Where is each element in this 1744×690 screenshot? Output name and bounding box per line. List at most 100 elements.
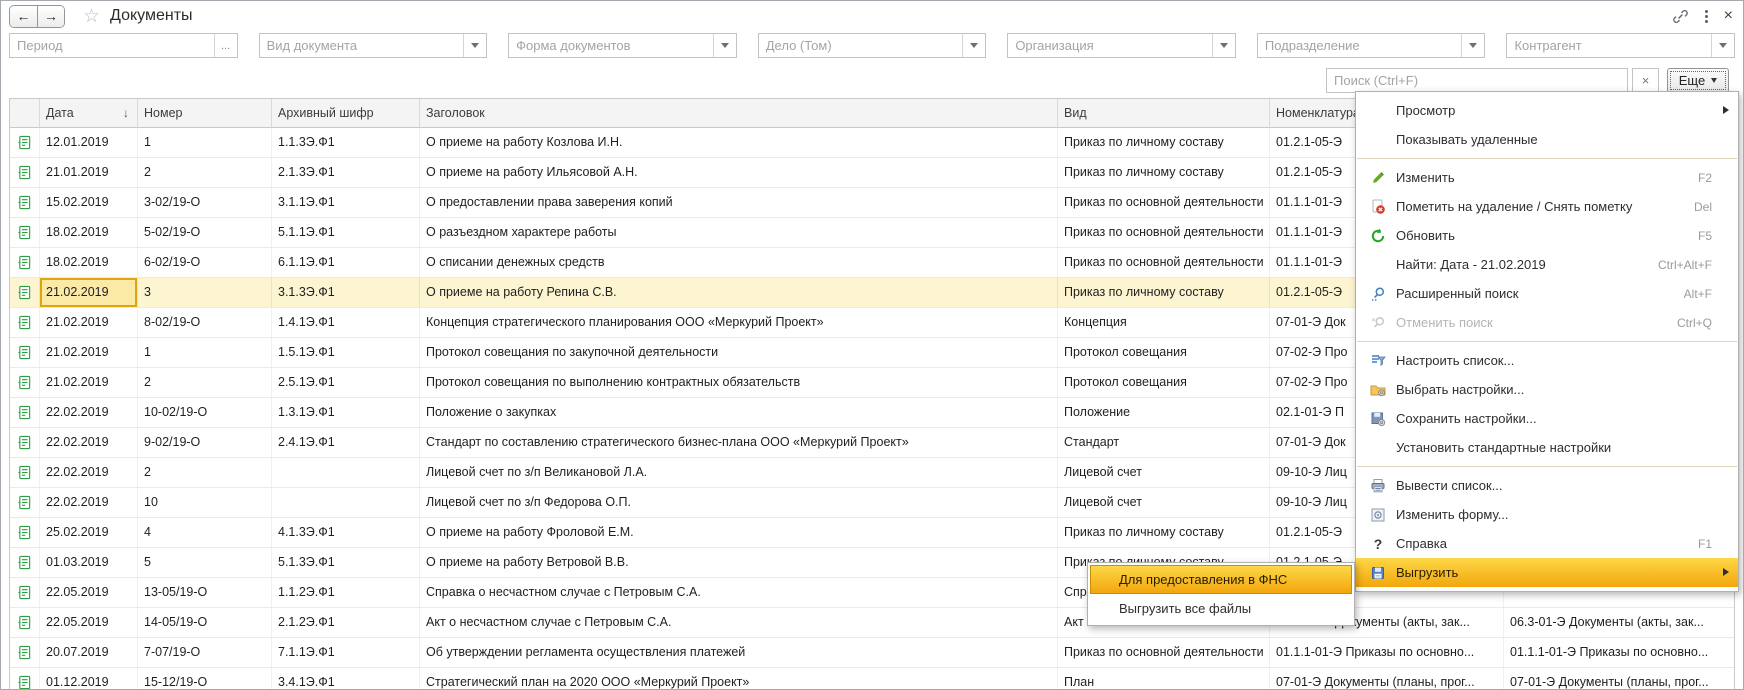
- cell-date[interactable]: 21.02.2019: [40, 368, 138, 397]
- close-icon[interactable]: ×: [1724, 8, 1733, 24]
- more-button[interactable]: Еще: [1667, 68, 1729, 93]
- cell-date[interactable]: 21.02.2019: [40, 278, 138, 307]
- cell-kind[interactable]: Приказ по личному составу: [1058, 278, 1270, 307]
- cell-date[interactable]: 22.05.2019: [40, 578, 138, 607]
- cell-title[interactable]: О приеме на работу Ильясовой А.Н.: [420, 158, 1058, 187]
- cell-kind[interactable]: Протокол совещания: [1058, 338, 1270, 367]
- cell-number[interactable]: 5-02/19-О: [138, 218, 272, 247]
- organization-dropdown-button[interactable]: [1212, 34, 1235, 57]
- cell-date[interactable]: 22.02.2019: [40, 458, 138, 487]
- column-header-icon[interactable]: [10, 99, 40, 128]
- cell-title[interactable]: Стратегический план на 2020 ООО «Меркури…: [420, 668, 1058, 690]
- cell-number[interactable]: 2: [138, 368, 272, 397]
- cell-kind[interactable]: Приказ по основной деятельности: [1058, 638, 1270, 667]
- cell-date[interactable]: 21.02.2019: [40, 308, 138, 337]
- cell-archive-code[interactable]: 4.1.3Э.Ф1: [272, 518, 420, 547]
- cell-kind[interactable]: Приказ по основной деятельности: [1058, 218, 1270, 247]
- menu-item-view[interactable]: Просмотр: [1356, 96, 1738, 125]
- cell-kind[interactable]: Лицевой счет: [1058, 488, 1270, 517]
- menu-item-configure-list[interactable]: Настроить список...: [1356, 346, 1738, 375]
- cell-title[interactable]: Лицевой счет по з/п Великановой Л.А.: [420, 458, 1058, 487]
- cell-date[interactable]: 25.02.2019: [40, 518, 138, 547]
- cell-archive-code[interactable]: 2.4.1Э.Ф1: [272, 428, 420, 457]
- forward-button[interactable]: →: [37, 6, 64, 27]
- menu-item-advanced-search[interactable]: Расширенный поиск Alt+F: [1356, 279, 1738, 308]
- cell-number[interactable]: 3: [138, 278, 272, 307]
- cell-title[interactable]: О списании денежных средств: [420, 248, 1058, 277]
- cell-date[interactable]: 12.01.2019: [40, 128, 138, 157]
- period-picker-button[interactable]: ...: [214, 34, 237, 57]
- cell-number[interactable]: 1: [138, 128, 272, 157]
- cell-number[interactable]: 8-02/19-О: [138, 308, 272, 337]
- doc-form-dropdown-button[interactable]: [713, 34, 736, 57]
- cell-extra[interactable]: 01.1.1-01-Э Приказы по основно...: [1504, 638, 1734, 667]
- cell-kind[interactable]: Приказ по личному составу: [1058, 128, 1270, 157]
- menu-item-print-list[interactable]: Вывести список...: [1356, 471, 1738, 500]
- menu-item-default-settings[interactable]: Установить стандартные настройки: [1356, 433, 1738, 462]
- period-input[interactable]: [10, 34, 214, 57]
- link-icon[interactable]: [1672, 8, 1689, 25]
- cell-title[interactable]: О приеме на работу Репина С.В.: [420, 278, 1058, 307]
- cell-title[interactable]: О приеме на работу Ветровой В.В.: [420, 548, 1058, 577]
- menu-item-choose-settings[interactable]: Выбрать настройки...: [1356, 375, 1738, 404]
- cell-extra[interactable]: 07-01-Э Документы (планы, прог...: [1504, 668, 1734, 690]
- cell-kind[interactable]: Приказ по личному составу: [1058, 158, 1270, 187]
- cell-title[interactable]: Акт о несчастном случае с Петровым С.А.: [420, 608, 1058, 637]
- cell-archive-code[interactable]: 3.4.1Э.Ф1: [272, 668, 420, 690]
- menu-item-save-settings[interactable]: Сохранить настройки...: [1356, 404, 1738, 433]
- cell-date[interactable]: 22.02.2019: [40, 428, 138, 457]
- cell-archive-code[interactable]: 2.5.1Э.Ф1: [272, 368, 420, 397]
- cell-kind[interactable]: Концепция: [1058, 308, 1270, 337]
- cell-number[interactable]: 2: [138, 158, 272, 187]
- menu-item-show-deleted[interactable]: Показывать удаленные: [1356, 125, 1738, 154]
- cell-number[interactable]: 9-02/19-О: [138, 428, 272, 457]
- menu-item-export[interactable]: Выгрузить: [1356, 558, 1738, 587]
- cell-date[interactable]: 22.05.2019: [40, 608, 138, 637]
- cell-archive-code[interactable]: 1.5.1Э.Ф1: [272, 338, 420, 367]
- column-header-title[interactable]: Заголовок: [420, 99, 1058, 128]
- cell-archive-code[interactable]: 7.1.1Э.Ф1: [272, 638, 420, 667]
- cell-number[interactable]: 2: [138, 458, 272, 487]
- cell-date[interactable]: 21.01.2019: [40, 158, 138, 187]
- menu-item-help[interactable]: ? Справка F1: [1356, 529, 1738, 558]
- cell-kind[interactable]: Положение: [1058, 398, 1270, 427]
- cell-archive-code[interactable]: 2.1.2Э.Ф1: [272, 608, 420, 637]
- cell-date[interactable]: 22.02.2019: [40, 488, 138, 517]
- cell-date[interactable]: 22.02.2019: [40, 398, 138, 427]
- cell-kind[interactable]: План: [1058, 668, 1270, 690]
- cell-kind[interactable]: Стандарт: [1058, 428, 1270, 457]
- cell-number[interactable]: 10-02/19-О: [138, 398, 272, 427]
- back-button[interactable]: ←: [10, 6, 37, 27]
- doc-form-input[interactable]: [509, 34, 713, 57]
- cell-title[interactable]: Концепция стратегического планирования О…: [420, 308, 1058, 337]
- cell-archive-code[interactable]: 1.1.3Э.Ф1: [272, 128, 420, 157]
- cell-title[interactable]: О приеме на работу Козлова И.Н.: [420, 128, 1058, 157]
- cell-date[interactable]: 20.07.2019: [40, 638, 138, 667]
- cell-nomenclature[interactable]: 07-01-Э Документы (планы, прог...: [1270, 668, 1504, 690]
- cell-archive-code[interactable]: 1.3.1Э.Ф1: [272, 398, 420, 427]
- cell-date[interactable]: 01.12.2019: [40, 668, 138, 690]
- cell-date[interactable]: 18.02.2019: [40, 218, 138, 247]
- cell-title[interactable]: О разъездном характере работы: [420, 218, 1058, 247]
- cell-number[interactable]: 14-05/19-О: [138, 608, 272, 637]
- cell-date[interactable]: 01.03.2019: [40, 548, 138, 577]
- cell-extra[interactable]: 06.3-01-Э Документы (акты, зак...: [1504, 608, 1734, 637]
- cell-title[interactable]: Лицевой счет по з/п Федорова О.П.: [420, 488, 1058, 517]
- cell-title[interactable]: Об утверждении регламента осуществления …: [420, 638, 1058, 667]
- column-header-date[interactable]: Дата↓: [40, 99, 138, 128]
- cell-title[interactable]: Справка о несчастном случае с Петровым С…: [420, 578, 1058, 607]
- cell-date[interactable]: 15.02.2019: [40, 188, 138, 217]
- more-options-kebab-icon[interactable]: [1703, 8, 1710, 25]
- counterparty-input[interactable]: [1507, 34, 1711, 57]
- cell-title[interactable]: О предоставлении права заверения копий: [420, 188, 1058, 217]
- cell-title[interactable]: Положение о закупках: [420, 398, 1058, 427]
- cell-archive-code[interactable]: 5.1.1Э.Ф1: [272, 218, 420, 247]
- cell-number[interactable]: 3-02/19-О: [138, 188, 272, 217]
- counterparty-dropdown-button[interactable]: [1711, 34, 1734, 57]
- menu-item-mark-deletion[interactable]: Пометить на удаление / Снять пометку Del: [1356, 192, 1738, 221]
- search-input[interactable]: [1327, 69, 1627, 92]
- cell-number[interactable]: 10: [138, 488, 272, 517]
- table-row[interactable]: 20.07.2019 7-07/19-О 7.1.1Э.Ф1 Об утверж…: [10, 638, 1734, 668]
- cell-archive-code[interactable]: 5.1.3Э.Ф1: [272, 548, 420, 577]
- cell-kind[interactable]: Приказ по основной деятельности: [1058, 188, 1270, 217]
